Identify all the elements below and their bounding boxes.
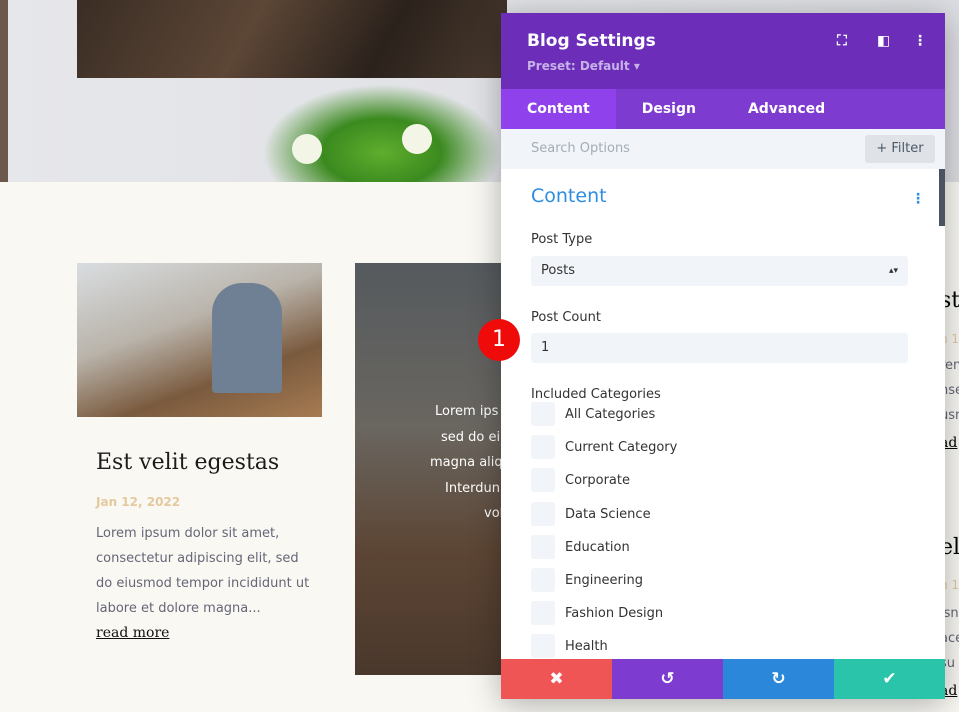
category-label[interactable]: Data Science [565, 507, 651, 522]
post-count-input[interactable]: 1 [531, 333, 908, 363]
category-checkbox[interactable] [531, 534, 555, 559]
category-label[interactable]: Fashion Design [565, 606, 663, 621]
category-checkbox[interactable] [531, 634, 555, 659]
undo-button[interactable]: ↺ [612, 659, 723, 699]
category-checkbox[interactable] [531, 501, 555, 526]
step-badge: 1 [478, 319, 520, 361]
category-checkbox[interactable] [531, 402, 555, 426]
post-type-value: Posts [541, 263, 575, 278]
category-label[interactable]: Education [565, 540, 630, 555]
post-type-label: Post Type [531, 232, 593, 247]
featured-post-card[interactable]: Lorem ips sed do ei magna aliq Interdun … [355, 263, 505, 675]
panel-title: Blog Settings [527, 31, 656, 51]
category-checkbox[interactable] [531, 601, 555, 626]
tab-advanced[interactable]: Advanced [722, 89, 851, 129]
category-label[interactable]: Health [565, 639, 608, 654]
tab-content[interactable]: Content [501, 89, 616, 129]
tab-design[interactable]: Design [616, 89, 722, 129]
featured-text-line: sed do ei [441, 429, 501, 445]
search-placeholder: Search Options [531, 141, 630, 156]
scrollbar[interactable] [939, 169, 945, 226]
post-type-select[interactable]: Posts ▴▾ [531, 256, 908, 286]
post-thumbnail[interactable] [77, 263, 322, 417]
cancel-button[interactable]: ✖ [501, 659, 612, 699]
hero-photo [77, 0, 507, 78]
post-excerpt: Lorem ipsum dolor sit amet, consectetur … [96, 526, 310, 616]
preset-dropdown[interactable]: Preset: Default ▾ [527, 59, 640, 73]
panel-footer: ✖ ↺ ↻ ✔ [501, 659, 945, 699]
section-menu-icon[interactable]: ⋮ [911, 191, 925, 207]
search-options-input[interactable]: Search Options + Filter [501, 129, 945, 169]
included-categories-label: Included Categories [531, 387, 661, 402]
select-arrows-icon: ▴▾ [888, 266, 898, 276]
featured-text-line: Interdun [445, 480, 501, 496]
panel-header[interactable]: Blog Settings Preset: Default ▾ ⛶ ◧ ⋮ [501, 13, 945, 89]
featured-text-line: magna aliq [430, 455, 503, 470]
category-label[interactable]: Current Category [565, 440, 677, 455]
section-title[interactable]: Content [531, 185, 607, 207]
category-label[interactable]: All Categories [565, 407, 655, 422]
post-count-label: Post Count [531, 310, 601, 325]
post-date: Jan 12, 2022 [96, 495, 181, 509]
save-button[interactable]: ✔ [834, 659, 945, 699]
filter-button[interactable]: + Filter [865, 135, 935, 163]
plant-image [262, 84, 502, 182]
post-title[interactable]: Est velit egestas [96, 450, 279, 475]
category-checkbox[interactable] [531, 568, 555, 592]
category-checkbox[interactable] [531, 468, 555, 493]
split-view-icon[interactable]: ◧ [877, 33, 890, 49]
blog-settings-panel: Blog Settings Preset: Default ▾ ⛶ ◧ ⋮ Co… [501, 13, 945, 699]
category-label[interactable]: Corporate [565, 473, 630, 488]
read-more-link[interactable]: read more [96, 625, 169, 641]
more-options-icon[interactable]: ⋮ [913, 33, 927, 49]
category-label[interactable]: Engineering [565, 573, 643, 588]
featured-text-line: Lorem ips [435, 404, 499, 419]
category-checkbox[interactable] [531, 435, 555, 460]
redo-button[interactable]: ↻ [723, 659, 834, 699]
fullscreen-icon[interactable]: ⛶ [837, 33, 847, 49]
panel-tabs: Content Design Advanced [501, 89, 945, 129]
